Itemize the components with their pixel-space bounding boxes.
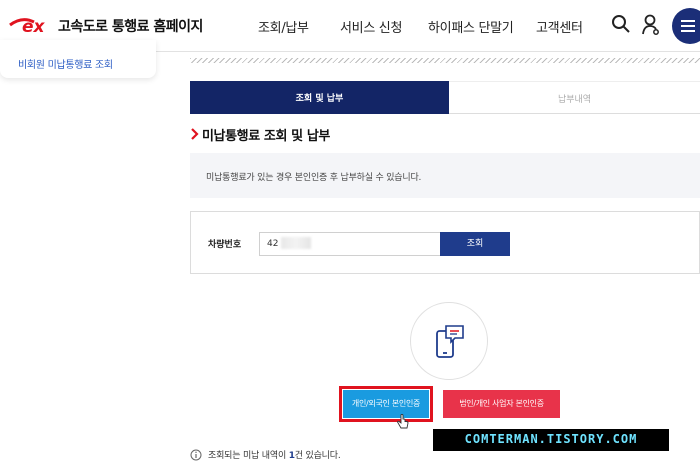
plate-label: 차량번호 xyxy=(208,240,242,250)
search-button[interactable]: 조회 xyxy=(440,232,510,256)
site-title[interactable]: 고속도로 통행료 홈페이지 xyxy=(58,16,203,36)
logo-text: ex xyxy=(22,17,46,36)
notice-suffix: 건 있습니다. xyxy=(294,451,341,461)
corporate-auth-button[interactable]: 법인/개인 사업자 본인인증 xyxy=(443,390,560,418)
watermark: COMTERMAN.TISTORY.COM xyxy=(433,429,669,451)
tab-inquiry-payment[interactable]: 조회 및 납부 xyxy=(190,81,449,114)
nav-hipass-terminal[interactable]: 하이패스 단말기 xyxy=(428,17,514,36)
ex-logo[interactable]: ex xyxy=(8,12,52,37)
sidebar-item-unpaid-nonmember[interactable]: 비회원 미납통행료 조회 xyxy=(18,56,113,71)
tab-payment-history[interactable]: 납부내역 xyxy=(449,81,700,114)
tab-label: 납부내역 xyxy=(557,95,592,105)
sidebar-panel: 비회원 미납통행료 조회 xyxy=(0,40,156,78)
section-chevron-icon xyxy=(191,126,199,140)
menu-icon[interactable] xyxy=(672,8,700,44)
nav-customer-center[interactable]: 고객센터 xyxy=(536,17,583,36)
info-box: 미납통행료가 있는 경우 본인인증 후 납부하실 수 있습니다. xyxy=(190,153,700,198)
mobile-chat-icon xyxy=(410,302,488,380)
watermark-text: COMTERMAN.TISTORY.COM xyxy=(464,432,638,446)
search-icon[interactable] xyxy=(611,14,635,38)
nav-inquiry-payment[interactable]: 조회/납부 xyxy=(258,17,309,36)
personal-auth-button[interactable]: 개인/외국인 본인인증 xyxy=(343,390,429,418)
info-text: 미납통행료가 있는 경우 본인인증 후 납부하실 수 있습니다. xyxy=(206,173,422,183)
nav-service-application[interactable]: 서비스 신청 xyxy=(340,17,402,36)
info-icon xyxy=(190,446,202,461)
hand-cursor-icon xyxy=(396,414,410,430)
plate-redaction xyxy=(281,237,311,249)
page-title: 미납통행료 조회 및 납부 xyxy=(202,129,330,144)
plate-search-form: 차량번호 조회 xyxy=(190,211,700,274)
user-icon[interactable] xyxy=(641,14,665,38)
tab-label: 조회 및 납부 xyxy=(295,94,344,104)
unpaid-count-notice: 조회되는 미납 내역이 1건 있습니다. xyxy=(208,448,341,461)
hatched-divider xyxy=(190,58,700,63)
notice-prefix: 조회되는 미납 내역이 xyxy=(208,451,289,461)
